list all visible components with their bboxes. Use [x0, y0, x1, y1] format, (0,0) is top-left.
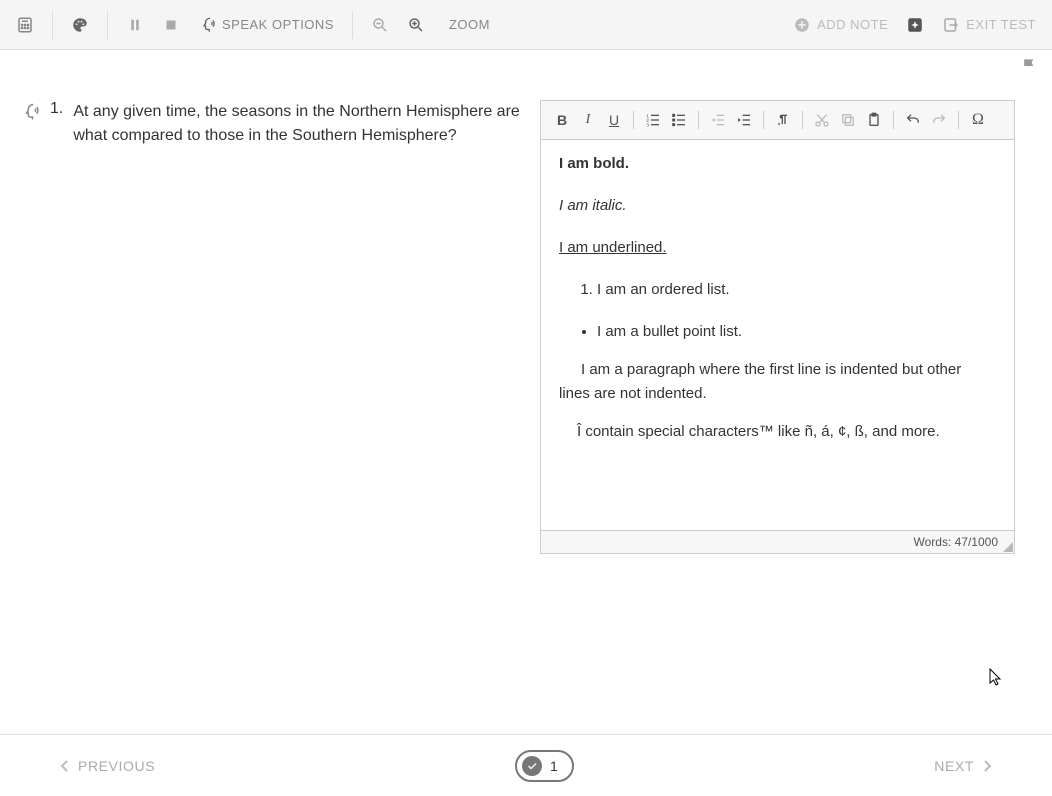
page-number: 1	[550, 758, 558, 774]
next-button[interactable]: NEXT	[934, 758, 992, 774]
palette-icon	[71, 16, 89, 34]
top-toolbar: SPEAK OPTIONS ZOOM ADD NOTE EXIT TEST	[0, 0, 1052, 50]
bullet-list-icon	[671, 112, 687, 128]
calculator-button[interactable]	[8, 10, 42, 40]
add-note-button[interactable]: ADD NOTE	[785, 10, 896, 40]
indent-icon	[736, 112, 752, 128]
footer-nav: PREVIOUS 1 NEXT	[0, 734, 1052, 796]
indent-button[interactable]	[733, 109, 755, 131]
speak-options-button[interactable]: SPEAK OPTIONS	[190, 10, 342, 40]
toolbar-separator	[763, 111, 764, 129]
underline-text: I am underlined.	[559, 239, 667, 256]
editor-content[interactable]: I am bold. I am italic. I am underlined.…	[541, 140, 1014, 530]
bullet-list-button[interactable]	[668, 109, 690, 131]
flag-button[interactable]	[1020, 56, 1040, 79]
zoom-out-button[interactable]	[363, 10, 397, 40]
flag-icon	[1020, 56, 1040, 76]
zoom-in-button[interactable]	[399, 10, 433, 40]
chevron-left-icon	[60, 759, 70, 773]
exit-test-button[interactable]: EXIT TEST	[934, 10, 1044, 40]
toolbar-separator	[893, 111, 894, 129]
italic-text: I am italic.	[559, 197, 627, 214]
redo-button[interactable]	[928, 109, 950, 131]
exit-test-label: EXIT TEST	[966, 17, 1036, 32]
ordered-list-icon: 1 2 3	[645, 112, 661, 128]
question-text: At any given time, the seasons in the No…	[73, 100, 520, 148]
main-area: 1. At any given time, the seasons in the…	[0, 50, 1052, 733]
indented-paragraph: I am a paragraph where the first line is…	[559, 358, 996, 406]
rich-text-editor: B I U 1 2 3	[540, 100, 1015, 554]
undo-icon	[905, 112, 921, 128]
speak-options-label: SPEAK OPTIONS	[222, 17, 334, 32]
zoom-label-area: ZOOM	[435, 11, 498, 38]
toolbar-divider	[107, 11, 108, 39]
exit-icon	[942, 16, 960, 34]
toolbar-separator	[633, 111, 634, 129]
add-note-label: ADD NOTE	[817, 17, 888, 32]
previous-button[interactable]: PREVIOUS	[60, 758, 155, 774]
question-number: 1.	[50, 100, 63, 118]
answer-column: B I U 1 2 3	[540, 70, 1032, 733]
zoom-label: ZOOM	[449, 17, 490, 32]
paste-button[interactable]	[863, 109, 885, 131]
stop-button[interactable]	[154, 10, 188, 40]
undo-button[interactable]	[902, 109, 924, 131]
toolbar-separator	[802, 111, 803, 129]
editor-status-bar: Words: 47/1000	[541, 530, 1014, 553]
toolbar-separator	[698, 111, 699, 129]
toolbar-divider	[52, 11, 53, 39]
ordered-list-button[interactable]: 1 2 3	[642, 109, 664, 131]
copy-button[interactable]	[837, 109, 859, 131]
calculator-icon	[16, 16, 34, 34]
palette-button[interactable]	[63, 10, 97, 40]
toolbar-divider	[352, 11, 353, 39]
ordered-list-item: I am an ordered list.	[597, 278, 996, 302]
page-indicator[interactable]: 1	[515, 750, 574, 782]
underline-button[interactable]: U	[603, 109, 625, 131]
question-row: 1. At any given time, the seasons in the…	[20, 100, 520, 148]
bold-text: I am bold.	[559, 155, 629, 172]
stop-icon	[162, 16, 180, 34]
zoom-out-icon	[371, 16, 389, 34]
special-char-paragraph: Î contain special characters™ like ñ, á,…	[559, 420, 996, 444]
cut-icon	[814, 112, 830, 128]
pause-button[interactable]	[118, 10, 152, 40]
bullet-list-item: I am a bullet point list.	[597, 320, 996, 344]
chevron-right-icon	[982, 759, 992, 773]
bold-button[interactable]: B	[551, 109, 573, 131]
copy-icon	[840, 112, 856, 128]
sparkle-button[interactable]	[898, 10, 932, 40]
outdent-icon	[710, 112, 726, 128]
question-speak-button[interactable]	[20, 102, 40, 125]
check-circle-icon	[522, 756, 542, 776]
svg-text:3: 3	[646, 123, 649, 128]
redo-icon	[931, 112, 947, 128]
special-char-button[interactable]: Ω	[967, 109, 989, 131]
pause-icon	[126, 16, 144, 34]
speak-head-icon	[198, 16, 216, 34]
resize-handle[interactable]	[1003, 542, 1013, 552]
pilcrow-rtl-icon	[775, 112, 791, 128]
previous-label: PREVIOUS	[78, 758, 155, 774]
zoom-in-icon	[407, 16, 425, 34]
editor-toolbar: B I U 1 2 3	[541, 101, 1014, 140]
outdent-button[interactable]	[707, 109, 729, 131]
speak-head-icon	[20, 102, 40, 122]
sparkle-icon	[906, 16, 924, 34]
question-column: 1. At any given time, the seasons in the…	[20, 70, 520, 733]
paste-icon	[866, 112, 882, 128]
italic-button[interactable]: I	[577, 109, 599, 131]
toolbar-separator	[958, 111, 959, 129]
word-count: Words: 47/1000	[914, 535, 999, 549]
rtl-button[interactable]	[772, 109, 794, 131]
plus-circle-icon	[793, 16, 811, 34]
next-label: NEXT	[934, 758, 974, 774]
cut-button[interactable]	[811, 109, 833, 131]
